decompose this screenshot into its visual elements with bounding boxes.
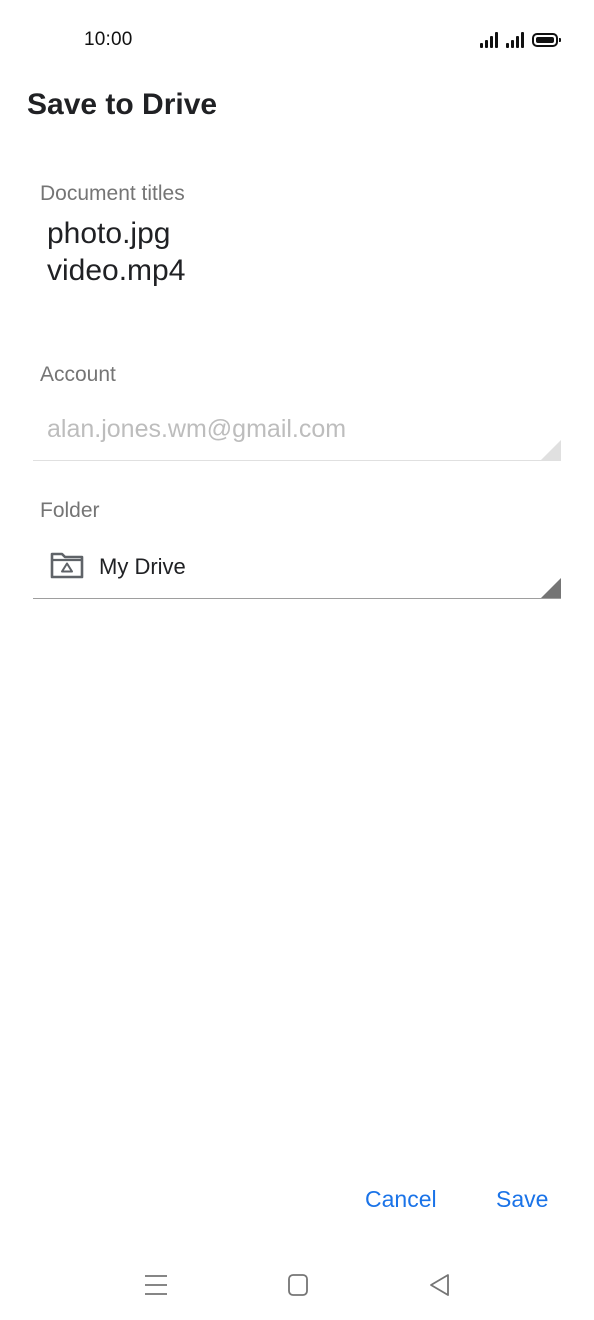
document-titles-list[interactable]: photo.jpg video.mp4 [47,215,185,289]
drive-folder-icon [50,552,84,579]
navigation-bar [0,1250,594,1320]
signal-icon [480,32,498,48]
status-time: 10:00 [84,29,133,50]
account-value: alan.jones.wm@gmail.com [47,415,347,443]
folder-dropdown[interactable]: My Drive [33,537,561,599]
folder-label: Folder [40,499,100,522]
status-icons [480,30,561,48]
document-title-item[interactable]: photo.jpg [47,215,185,252]
document-title-item[interactable]: video.mp4 [47,252,185,289]
cancel-button[interactable]: Cancel [365,1186,437,1213]
document-titles-label: Document titles [40,182,185,205]
screen: 10:00 Save to Drive Document titles phot… [0,0,594,1320]
account-dropdown[interactable]: alan.jones.wm@gmail.com [33,400,561,461]
menu-icon[interactable] [141,1272,171,1298]
account-label: Account [40,363,116,386]
back-icon[interactable] [425,1272,455,1298]
page-title: Save to Drive [27,88,218,121]
status-bar: 10:00 [0,0,594,80]
battery-icon [532,33,561,47]
signal-icon [506,32,524,48]
folder-value: My Drive [99,554,186,579]
dropdown-corner-icon [541,440,561,460]
dropdown-corner-icon [541,578,561,598]
home-icon[interactable] [283,1272,313,1298]
save-button[interactable]: Save [496,1186,548,1213]
